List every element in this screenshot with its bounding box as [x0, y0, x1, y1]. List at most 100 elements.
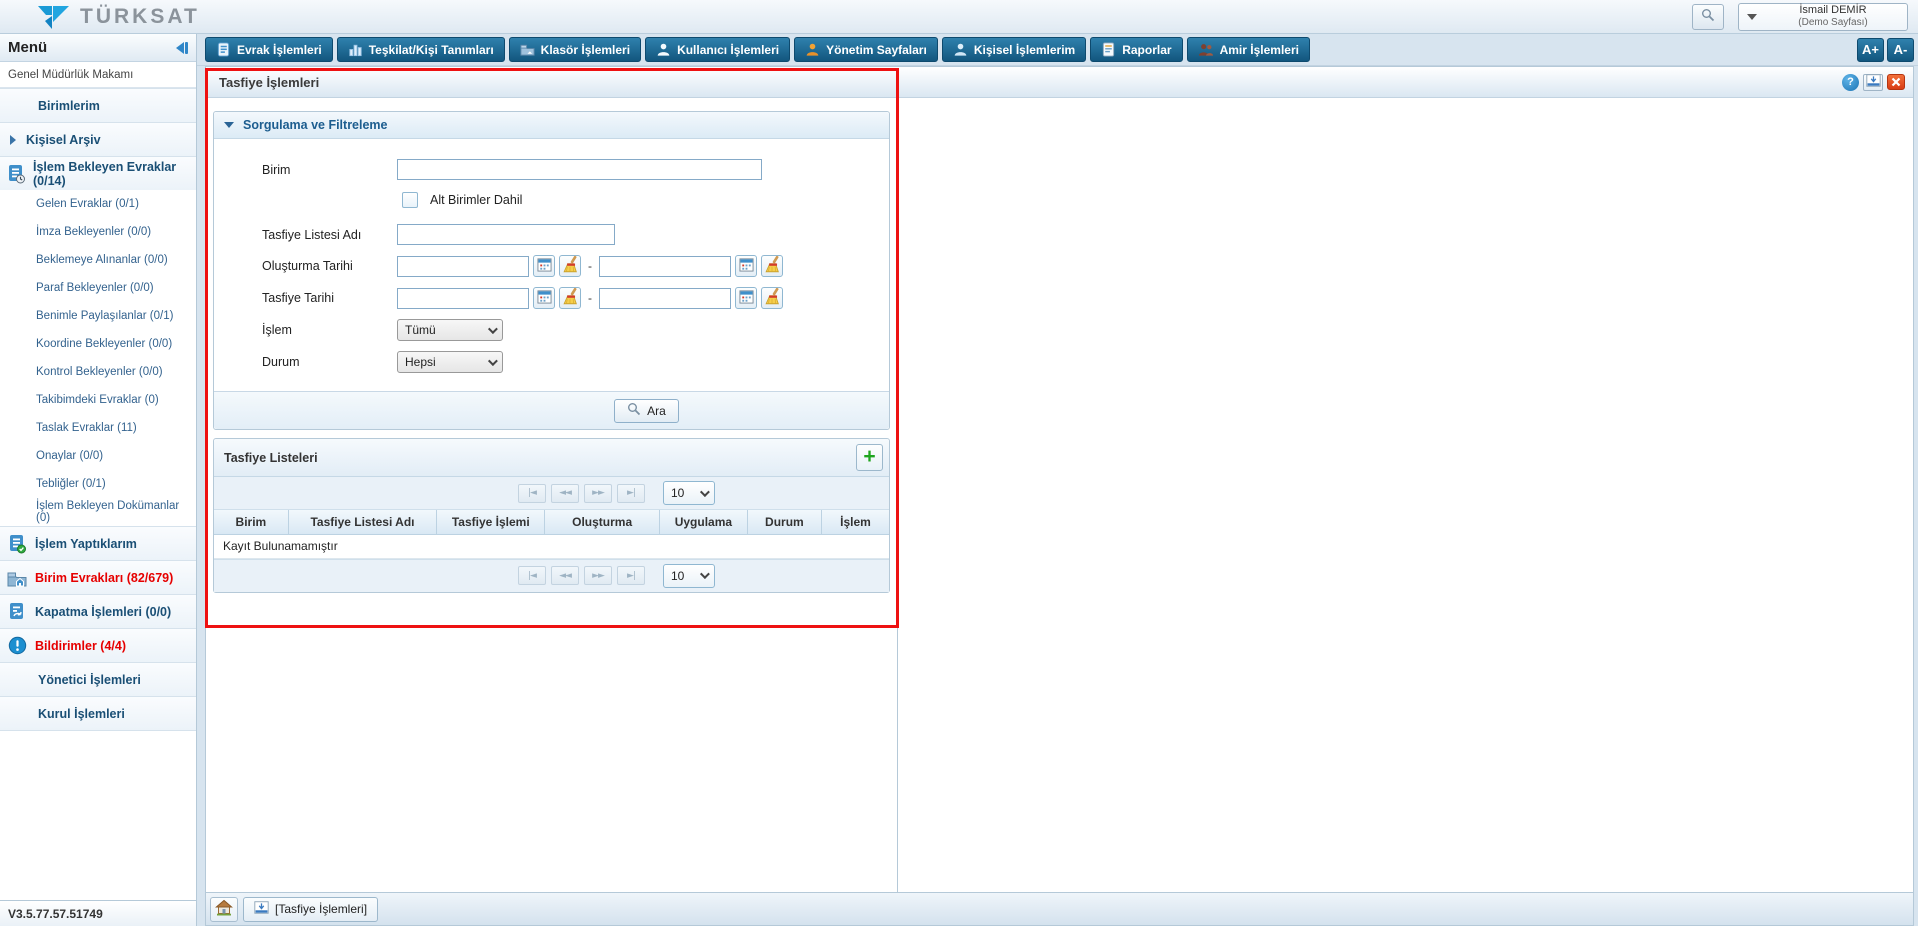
sidebar-item[interactable]: Kurul İşlemleri	[0, 696, 196, 730]
help-icon[interactable]: ?	[1842, 74, 1859, 91]
calendar-button[interactable]	[533, 255, 555, 277]
olusturma-tarihi-from-input[interactable]	[397, 256, 529, 277]
islem-select[interactable]: Tümü	[397, 319, 503, 341]
pager-bottom: |◄ ◄◄ ►► ►| 10	[214, 559, 889, 592]
calendar-icon	[537, 257, 552, 275]
table-header-cell[interactable]: Uygulama	[660, 510, 748, 534]
nav-tab[interactable]: Amir İşlemleri	[1187, 37, 1310, 62]
turksat-logo-mark	[36, 4, 72, 30]
tasfiye-tarihi-to-input[interactable]	[599, 288, 731, 309]
calendar-button[interactable]	[533, 287, 555, 309]
dock-window-icon[interactable]	[1863, 74, 1883, 91]
olusturma-tarihi-label: Oluşturma Tarihi	[262, 259, 397, 273]
nav-tab-label: Kişisel İşlemlerim	[974, 43, 1075, 57]
sidebar-item[interactable]: Benimle Paylaşılanlar (0/1)	[0, 302, 196, 330]
nav-tab-label: Teşkilat/Kişi Tanımları	[369, 43, 494, 57]
sidebar-item[interactable]: Koordine Bekleyenler (0/0)	[0, 330, 196, 358]
sidebar-item[interactable]: Kapatma İşlemleri (0/0)	[0, 594, 196, 628]
sidebar-item[interactable]: İşlem Bekleyen Dokümanlar (0)	[0, 498, 196, 526]
page-size-select[interactable]: 10	[663, 481, 715, 505]
sidebar-item[interactable]: Kontrol Bekleyenler (0/0)	[0, 358, 196, 386]
sidebar-item[interactable]: Onaylar (0/0)	[0, 442, 196, 470]
pager-button[interactable]: ►|	[617, 484, 645, 503]
birim-input[interactable]	[397, 159, 762, 180]
user-menu[interactable]: İsmail DEMİR (Demo Sayfası)	[1738, 3, 1908, 31]
global-search-button[interactable]	[1692, 4, 1724, 30]
sidebar-item[interactable]: Yönetici İşlemleri	[0, 662, 196, 696]
alt-birimler-label: Alt Birimler Dahil	[430, 193, 522, 207]
open-module-tab[interactable]: [Tasfiye İşlemleri]	[243, 897, 378, 922]
pager-button[interactable]: ►►	[584, 484, 612, 503]
clear-date-button[interactable]	[761, 287, 783, 309]
tasfiye-tarihi-from-input[interactable]	[397, 288, 529, 309]
pager-button[interactable]: ►|	[617, 566, 645, 585]
sidebar-item[interactable]: İmza Bekleyenler (0/0)	[0, 218, 196, 246]
table-header-cell[interactable]: Birim	[214, 510, 288, 534]
calendar-icon	[739, 289, 754, 307]
sidebar-item[interactable]: Taslak Evraklar (11)	[0, 414, 196, 442]
table-header-cell[interactable]: Durum	[747, 510, 821, 534]
calendar-button[interactable]	[735, 255, 757, 277]
pager-button[interactable]: ◄◄	[551, 566, 579, 585]
sidebar-item[interactable]: Birimlerim	[0, 88, 196, 122]
alt-birimler-checkbox[interactable]	[402, 192, 418, 208]
pager-button[interactable]: ◄◄	[551, 484, 579, 503]
clear-date-button[interactable]	[761, 255, 783, 277]
sidebar-item[interactable]: Bildirimler (4/4)	[0, 628, 196, 662]
chevron-down-icon	[488, 324, 498, 334]
nav-tab[interactable]: Teşkilat/Kişi Tanımları	[337, 37, 505, 62]
sidebar-item[interactable]: Paraf Bekleyenler (0/0)	[0, 274, 196, 302]
org-label: Genel Müdürlük Makamı	[0, 62, 196, 88]
sidebar-collapse-button[interactable]	[176, 42, 188, 54]
font-decrease-button[interactable]: A-	[1887, 38, 1914, 62]
add-list-button[interactable]: +	[856, 444, 883, 471]
sidebar-item[interactable]: Gelen Evraklar (0/1)	[0, 190, 196, 218]
tasfiye-tarihi-label: Tasfiye Tarihi	[262, 291, 397, 305]
page-size-select[interactable]: 10	[663, 564, 715, 588]
pager-button[interactable]: ►►	[584, 566, 612, 585]
table-header-cell[interactable]: Tasfiye Listesi Adı	[288, 510, 437, 534]
durum-label: Durum	[262, 355, 397, 369]
table-header-cell[interactable]: İşlem	[822, 510, 890, 534]
sidebar-item[interactable]: İşlem Bekleyen Evraklar (0/14)	[0, 156, 196, 190]
sidebar-item[interactable]: Takibimdeki Evraklar (0)	[0, 386, 196, 414]
nav-tab[interactable]: Klasör İşlemleri	[509, 37, 641, 62]
sidebar-item[interactable]: Beklemeye Alınanlar (0/0)	[0, 246, 196, 274]
sidebar-menu: Birimlerim Kişisel Arşiv İşlem Bekleyen …	[0, 88, 196, 730]
durum-select[interactable]: Hepsi	[397, 351, 503, 373]
sidebar-item[interactable]: Tebliğler (0/1)	[0, 470, 196, 498]
clear-date-button[interactable]	[559, 255, 581, 277]
plus-icon: +	[863, 446, 875, 467]
clear-date-button[interactable]	[559, 287, 581, 309]
close-icon[interactable]	[1887, 74, 1905, 90]
sidebar-item[interactable]: Kişisel Arşiv	[0, 122, 196, 156]
results-panel: Tasfiye Listeleri + |◄ ◄◄	[213, 438, 890, 593]
nav-tab[interactable]: Kullanıcı İşlemleri	[645, 37, 790, 62]
sidebar-item[interactable]: Birim Evrakları (82/679)	[0, 560, 196, 594]
nav-tab-label: Raporlar	[1122, 43, 1171, 57]
open-module-tab-label: [Tasfiye İşlemleri]	[275, 902, 367, 916]
table-header-cell[interactable]: Tasfiye İşlemi	[437, 510, 545, 534]
calendar-button[interactable]	[735, 287, 757, 309]
pager-button[interactable]: |◄	[518, 484, 546, 503]
nav-tab[interactable]: Evrak İşlemleri	[205, 37, 333, 62]
results-table: BirimTasfiye Listesi AdıTasfiye İşlemiOl…	[214, 510, 889, 535]
tasfiye-listesi-adi-input[interactable]	[397, 224, 615, 245]
sidebar-item[interactable]: İşlem Yaptıklarım	[0, 526, 196, 560]
nav-tab-label: Evrak İşlemleri	[237, 43, 322, 57]
results-header: Tasfiye Listeleri +	[214, 439, 889, 477]
font-increase-button[interactable]: A+	[1857, 38, 1884, 62]
search-icon	[627, 402, 641, 419]
nav-tab[interactable]: Raporlar	[1090, 37, 1182, 62]
pager-button[interactable]: |◄	[518, 566, 546, 585]
nav-tab[interactable]: Kişisel İşlemlerim	[942, 37, 1086, 62]
table-header-cell[interactable]: Oluşturma	[545, 510, 660, 534]
home-button[interactable]	[210, 897, 238, 922]
search-button-label: Ara	[647, 404, 666, 418]
search-button[interactable]: Ara	[614, 399, 679, 423]
sidebar-item-label: Gelen Evraklar (0/1)	[36, 198, 139, 210]
nav-tab[interactable]: Yönetim Sayfaları	[794, 37, 938, 62]
filter-section-header[interactable]: Sorgulama ve Filtreleme	[214, 112, 889, 139]
olusturma-tarihi-to-input[interactable]	[599, 256, 731, 277]
sidebar-item-label: Beklemeye Alınanlar (0/0)	[36, 254, 168, 266]
